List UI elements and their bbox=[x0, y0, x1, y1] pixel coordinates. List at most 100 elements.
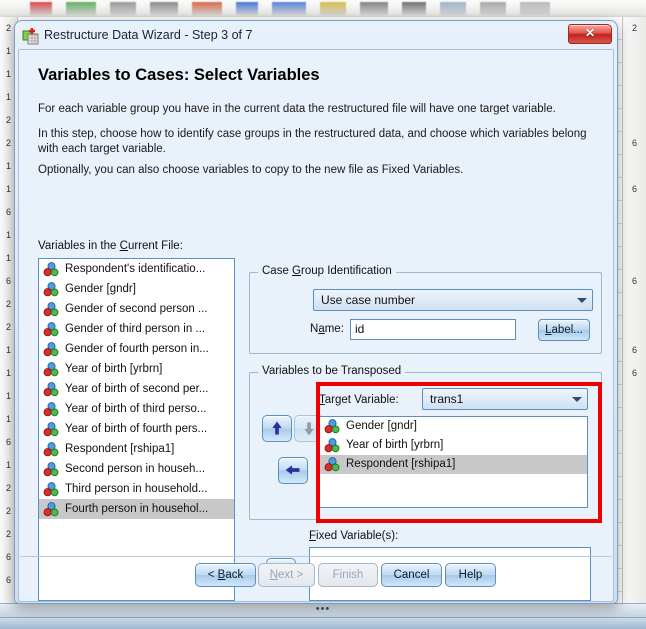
nominal-variable-icon bbox=[43, 262, 59, 277]
variable-label: Gender of third person in ... bbox=[65, 323, 205, 335]
toolbar-icon bbox=[272, 2, 306, 15]
case-group-method-select[interactable]: Use case number bbox=[313, 289, 593, 311]
chevron-down-icon bbox=[572, 397, 582, 402]
restructure-data-wizard-dialog: Restructure Data Wizard - Step 3 of 7 Va… bbox=[14, 20, 618, 604]
nominal-variable-icon bbox=[43, 342, 59, 357]
nominal-variable-icon bbox=[43, 482, 59, 497]
target-variable-select[interactable]: trans1 bbox=[422, 388, 588, 410]
row-header-right bbox=[622, 569, 646, 592]
intro-paragraph-2: In this step, choose how to identify cas… bbox=[38, 128, 587, 155]
variable-label: Year of birth [yrbrn] bbox=[346, 439, 444, 451]
page-title: Variables to Cases: Select Variables bbox=[38, 66, 320, 84]
row-header-right: 6 bbox=[622, 132, 646, 155]
toolbar-icon bbox=[192, 2, 222, 15]
cancel-button[interactable]: Cancel bbox=[381, 563, 442, 587]
row-header-right bbox=[622, 86, 646, 109]
variable-label: Gender [gndr] bbox=[346, 420, 417, 432]
variable-label: Year of birth [yrbrn] bbox=[65, 363, 163, 375]
restructure-wizard-icon bbox=[22, 28, 39, 45]
name-label: Name: bbox=[310, 323, 344, 335]
source-variable-item[interactable]: Year of birth of fourth pers... bbox=[39, 419, 234, 439]
toolbar-icon bbox=[480, 2, 506, 15]
chevron-down-icon bbox=[577, 298, 587, 303]
source-list-label: Variables in the Current File: bbox=[38, 240, 183, 252]
source-variable-item[interactable]: Gender of fourth person in... bbox=[39, 339, 234, 359]
help-button[interactable]: Help bbox=[445, 563, 496, 587]
toolbar-icon bbox=[150, 2, 178, 15]
intro-paragraph-3: Optionally, you can also choose variable… bbox=[38, 164, 464, 176]
label-button[interactable]: Label... bbox=[538, 319, 590, 341]
finish-button[interactable]: Finish bbox=[318, 563, 378, 587]
row-header-right bbox=[622, 500, 646, 523]
transposed-variable-item[interactable]: Respondent [rshipa1] bbox=[320, 455, 587, 474]
move-to-transposed-button[interactable] bbox=[278, 457, 308, 484]
source-variable-item[interactable]: Year of birth of third perso... bbox=[39, 399, 234, 419]
row-header-right bbox=[622, 40, 646, 63]
variable-label: Gender [gndr] bbox=[65, 283, 136, 295]
source-variable-item[interactable]: Year of birth of second per... bbox=[39, 379, 234, 399]
source-variable-item[interactable]: Third person in household... bbox=[39, 479, 234, 499]
toolbar-icon bbox=[236, 2, 258, 15]
case-group-name-input[interactable]: id bbox=[350, 319, 516, 340]
nominal-variable-icon bbox=[43, 442, 59, 457]
back-button[interactable]: < Back bbox=[195, 563, 256, 587]
case-group-legend: Case Group Identification bbox=[258, 265, 396, 277]
toolbar-icon bbox=[30, 2, 52, 15]
nominal-variable-icon bbox=[43, 282, 59, 297]
row-header-right bbox=[622, 293, 646, 316]
row-header-right bbox=[622, 431, 646, 454]
move-up-button[interactable] bbox=[262, 415, 292, 442]
case-group-identification-panel: Case Group Identification Use case numbe… bbox=[249, 265, 602, 354]
footer-separator bbox=[20, 556, 612, 557]
row-header-right bbox=[622, 385, 646, 408]
variable-label: Year of birth of fourth pers... bbox=[65, 423, 208, 435]
source-variable-item[interactable]: Gender [gndr] bbox=[39, 279, 234, 299]
dialog-footer: < Back Next > Finish Cancel Help bbox=[19, 563, 613, 593]
source-variable-item[interactable]: Respondent's identificatio... bbox=[39, 259, 234, 279]
source-variable-item[interactable]: Respondent [rshipa1] bbox=[39, 439, 234, 459]
fixed-variables-label: Fixed Variable(s): bbox=[309, 530, 399, 542]
nominal-variable-icon bbox=[324, 457, 340, 472]
toolbar-icon bbox=[440, 2, 466, 15]
nominal-variable-icon bbox=[324, 438, 340, 453]
source-variable-item[interactable]: Year of birth [yrbrn] bbox=[39, 359, 234, 379]
dialog-title-bar[interactable]: Restructure Data Wizard - Step 3 of 7 bbox=[18, 24, 614, 49]
toolbar-icon bbox=[520, 2, 550, 15]
background-status-bar bbox=[0, 617, 646, 629]
source-variable-item[interactable]: Gender of third person in ... bbox=[39, 319, 234, 339]
transposed-variable-item[interactable]: Year of birth [yrbrn] bbox=[320, 436, 587, 455]
row-header-right bbox=[622, 247, 646, 270]
source-variable-item[interactable]: Gender of second person ... bbox=[39, 299, 234, 319]
row-header-right bbox=[622, 408, 646, 431]
row-header-right bbox=[622, 316, 646, 339]
variable-label: Gender of fourth person in... bbox=[65, 343, 209, 355]
nominal-variable-icon bbox=[43, 422, 59, 437]
row-header-right bbox=[622, 454, 646, 477]
variables-to-be-transposed-panel: Variables to be Transposed Target Variab… bbox=[249, 365, 602, 520]
row-header-right bbox=[622, 224, 646, 247]
toolbar-icon bbox=[360, 2, 388, 15]
task-dots: ••• bbox=[315, 603, 331, 615]
row-header-right: 6 bbox=[622, 270, 646, 293]
nominal-variable-icon bbox=[43, 302, 59, 317]
transposed-variable-item[interactable]: Gender [gndr] bbox=[320, 417, 587, 436]
transposed-variables-list[interactable]: Gender [gndr] Year of birth [yrbrn] Respon… bbox=[319, 416, 588, 508]
variable-label: Year of birth of second per... bbox=[65, 383, 209, 395]
row-header-right bbox=[622, 201, 646, 224]
row-header-right bbox=[622, 477, 646, 500]
source-variable-item[interactable]: Second person in househ... bbox=[39, 459, 234, 479]
close-icon[interactable] bbox=[568, 24, 612, 44]
row-header-right: 6 bbox=[622, 362, 646, 385]
row-header-right bbox=[622, 109, 646, 132]
source-variables-list[interactable]: Respondent's identificatio... Gender [gnd… bbox=[38, 258, 235, 601]
toolbar-icon bbox=[110, 2, 136, 15]
nominal-variable-icon bbox=[43, 462, 59, 477]
source-variable-item[interactable]: Fourth person in househol... bbox=[39, 499, 234, 519]
variable-label: Respondent [rshipa1] bbox=[65, 443, 175, 455]
row-header-right: 2 bbox=[622, 17, 646, 40]
intro-paragraph-1: For each variable group you have in the … bbox=[38, 103, 556, 115]
target-variable-label: Target Variable: bbox=[319, 394, 399, 406]
next-button[interactable]: Next > bbox=[258, 563, 315, 587]
variable-label: Second person in househ... bbox=[65, 463, 206, 475]
nominal-variable-icon bbox=[324, 419, 340, 434]
